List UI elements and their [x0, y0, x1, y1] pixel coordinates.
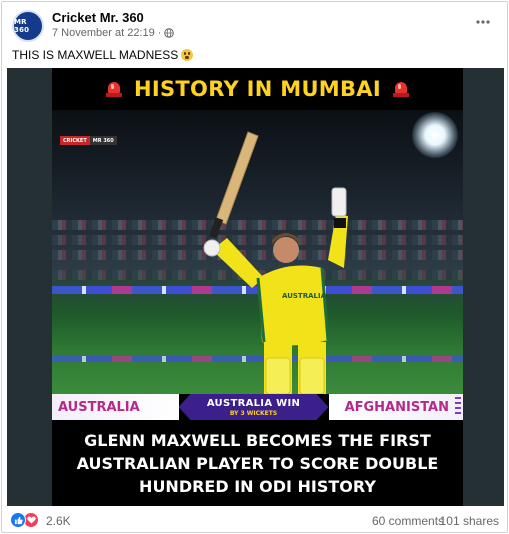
result-sub: BY 3 WICKETS	[229, 409, 278, 417]
reactions-summary[interactable]	[10, 512, 39, 528]
meta-separator: ·	[157, 27, 162, 39]
shares-link[interactable]: 101 shares	[440, 514, 499, 528]
bottom-headline: GLENN MAXWELL BECOMES THE FIRST AUSTRALI…	[52, 420, 463, 506]
page-name-link[interactable]: Cricket Mr. 360	[52, 10, 144, 25]
result-main: AUSTRALIA WIN	[206, 397, 301, 409]
avatar-label: MR 360	[14, 18, 30, 34]
globe-icon	[164, 28, 175, 38]
player-figure: AUSTRALIA	[203, 131, 348, 394]
stadium-photo: CRICKET MR 360 AUSTRALIA	[52, 110, 463, 394]
team-left: AUSTRALIA	[52, 394, 179, 420]
post-caption: THIS IS MAXWELL MADNESS	[12, 48, 194, 62]
more-options-button[interactable]	[473, 12, 493, 32]
jersey-text: AUSTRALIA	[282, 292, 327, 300]
result-badge: AUSTRALIA WIN BY 3 WICKETS	[178, 394, 329, 420]
more-options-icon	[476, 20, 490, 24]
post-image[interactable]: HISTORY IN MUMBAI CRICKET MR 360 AUSTRAL…	[52, 68, 463, 506]
result-scorebar: AUSTRALIA AUSTRALIA WIN BY 3 WICKETS AFG…	[52, 394, 463, 420]
comments-link[interactable]: 60 comments	[372, 514, 444, 528]
decorative-ticks	[455, 397, 461, 417]
caption-text: THIS IS MAXWELL MADNESS	[12, 48, 179, 62]
post-meta: 7 November at 22:19 ·	[52, 27, 175, 39]
scream-emoji-icon	[181, 49, 194, 61]
post-media[interactable]: HISTORY IN MUMBAI CRICKET MR 360 AUSTRAL…	[7, 68, 504, 506]
team-right: AFGHANISTAN	[328, 394, 463, 420]
siren-icon	[106, 81, 123, 97]
like-reaction-icon	[10, 512, 26, 528]
facebook-post-card: MR 360 Cricket Mr. 360 7 November at 22:…	[1, 1, 508, 533]
post-timestamp[interactable]: 7 November at 22:19	[52, 27, 155, 39]
headline-banner: HISTORY IN MUMBAI	[52, 68, 463, 110]
siren-icon	[392, 81, 409, 97]
reaction-count[interactable]: 2.6K	[46, 514, 71, 528]
top-headline: HISTORY IN MUMBAI	[134, 77, 381, 101]
page-avatar[interactable]: MR 360	[12, 10, 44, 42]
post-footer: 2.6K 60 comments 101 shares	[2, 508, 507, 532]
